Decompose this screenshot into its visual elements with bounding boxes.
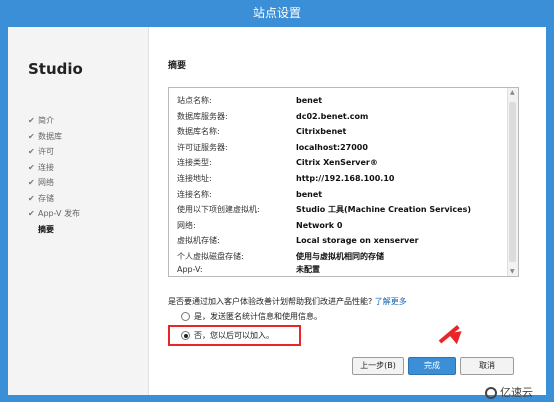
- summary-scrollbar[interactable]: ▲ ▼: [507, 88, 518, 276]
- step-network: ✔ 网络: [28, 175, 80, 191]
- checkmark-icon: ✔: [28, 178, 35, 187]
- window-frame-right: [546, 27, 554, 402]
- back-button[interactable]: 上一步(B): [352, 357, 404, 375]
- finish-button[interactable]: 完成: [408, 357, 456, 375]
- step-storage: ✔ 存储: [28, 191, 80, 207]
- checkmark-icon: ✔: [28, 209, 35, 218]
- watermark: 亿速云: [485, 384, 533, 400]
- watermark-logo-icon: [485, 387, 497, 399]
- wizard-sidebar: Studio ✔ 简介 ✔ 数据库 ✔ 许可 ✔ 连接 ✔ 网络 ✔ 存储 ✔ App-V 发…: [8, 27, 149, 395]
- step-summary: 摘要: [38, 224, 54, 234]
- page-title: 摘要: [168, 61, 187, 71]
- ceip-question: 是否要通过加入客户体验改善计划帮助我们改进产品性能? 了解更多: [168, 297, 407, 306]
- checkmark-icon: ✔: [28, 193, 35, 203]
- wizard-steps: ✔ 简介 ✔ 数据库 ✔ 许可 ✔ 连接 ✔ 网络 ✔ 存储 ✔ App-V 发布 摘要: [28, 113, 80, 237]
- scroll-up-arrow-icon[interactable]: ▲: [510, 89, 515, 96]
- step-connection: ✔ 连接: [28, 160, 80, 176]
- radio-unchecked-icon[interactable]: [181, 312, 190, 321]
- cancel-button[interactable]: 取消: [460, 357, 514, 375]
- app-title: Studio: [28, 60, 83, 78]
- checkmark-icon: ✔: [28, 116, 35, 125]
- checkmark-icon: ✔: [28, 147, 35, 156]
- step-appv-publishing: ✔ App-V 发布: [28, 206, 80, 222]
- ceip-option-yes[interactable]: 是，发送匿名统计信息和使用信息。: [181, 311, 322, 322]
- window-title: 站点设置: [252, 6, 301, 20]
- ceip-option-no[interactable]: 否，您以后可以加入。: [181, 330, 274, 341]
- step-intro: ✔ 简介: [28, 113, 80, 129]
- annotation-arrow-head: [447, 325, 467, 345]
- step-database: ✔ 数据库: [28, 129, 80, 145]
- window-frame-left: [0, 27, 8, 402]
- checkmark-icon: ✔: [28, 131, 35, 141]
- window-titlebar: 站点设置: [0, 0, 554, 27]
- step-license: ✔ 许可: [28, 144, 80, 160]
- checkmark-icon: ✔: [28, 162, 35, 172]
- window-frame-bottom: [0, 395, 554, 402]
- scroll-thumb[interactable]: [509, 102, 516, 262]
- learn-more-link[interactable]: 了解更多: [375, 297, 407, 306]
- summary-panel: 站点名称: benet 数据库服务器: dc02.benet.com 数据库名称: C…: [168, 87, 519, 277]
- scroll-down-arrow-icon[interactable]: ▼: [510, 268, 515, 275]
- radio-checked-icon[interactable]: [181, 331, 190, 340]
